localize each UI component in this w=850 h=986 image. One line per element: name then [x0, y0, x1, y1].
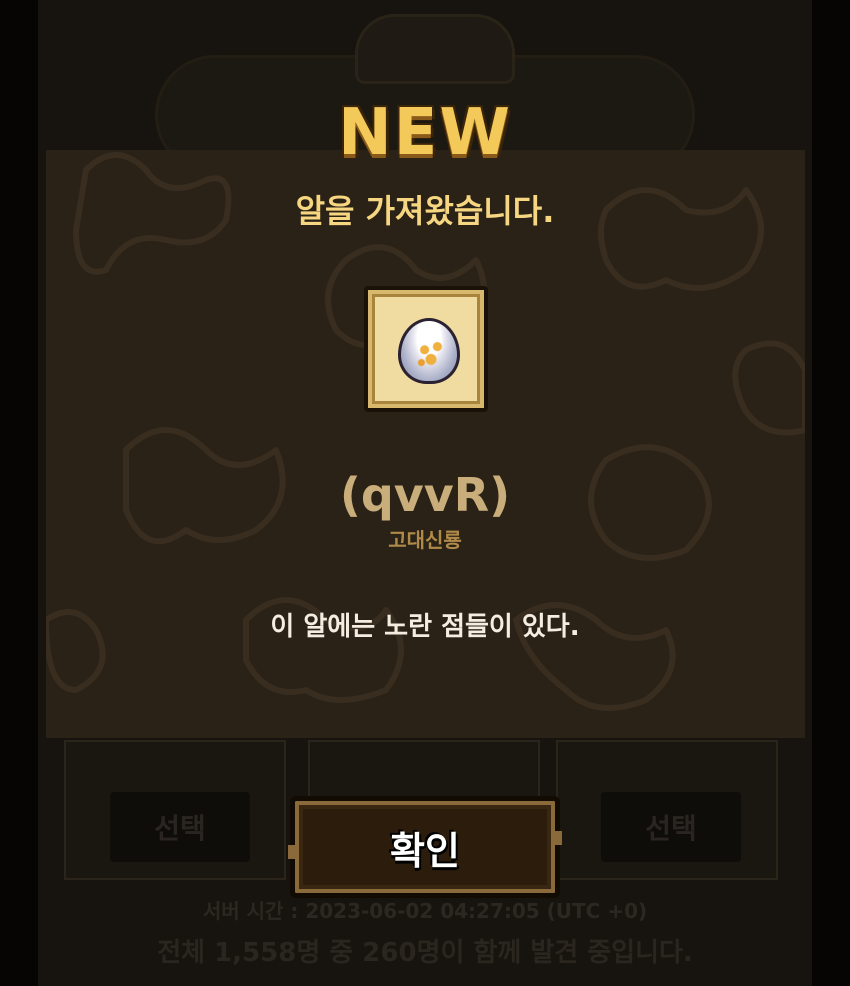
leaf-pattern-background [46, 152, 805, 711]
egg-species: 고대신룡 [388, 528, 462, 552]
background-bow-decoration [355, 14, 515, 84]
confirm-button-label: 확인 [390, 828, 460, 873]
button-notch-right [552, 831, 562, 845]
background-select-button-left: 선택 [110, 792, 250, 862]
egg-description: 이 알에는 노란 점들이 있다. [270, 612, 580, 642]
egg-name: (qvvR) [339, 468, 511, 522]
modal-headline: 알을 가져왔습니다. [295, 192, 555, 230]
egg-frame [364, 286, 488, 412]
participant-count-text: 전체 1,558명 중 260명이 함께 발견 중입니다. [157, 938, 693, 968]
button-notch-left [288, 845, 298, 859]
egg-icon [398, 318, 460, 384]
new-badge-title: NEW [338, 96, 512, 170]
egg-received-modal [46, 150, 805, 738]
server-time-text: 서버 시간 : 2023-06-02 04:27:05 (UTC +0) [202, 899, 648, 923]
confirm-button[interactable]: 확인 [288, 796, 562, 898]
background-select-button-right: 선택 [601, 792, 741, 862]
egg-spots [415, 337, 447, 369]
